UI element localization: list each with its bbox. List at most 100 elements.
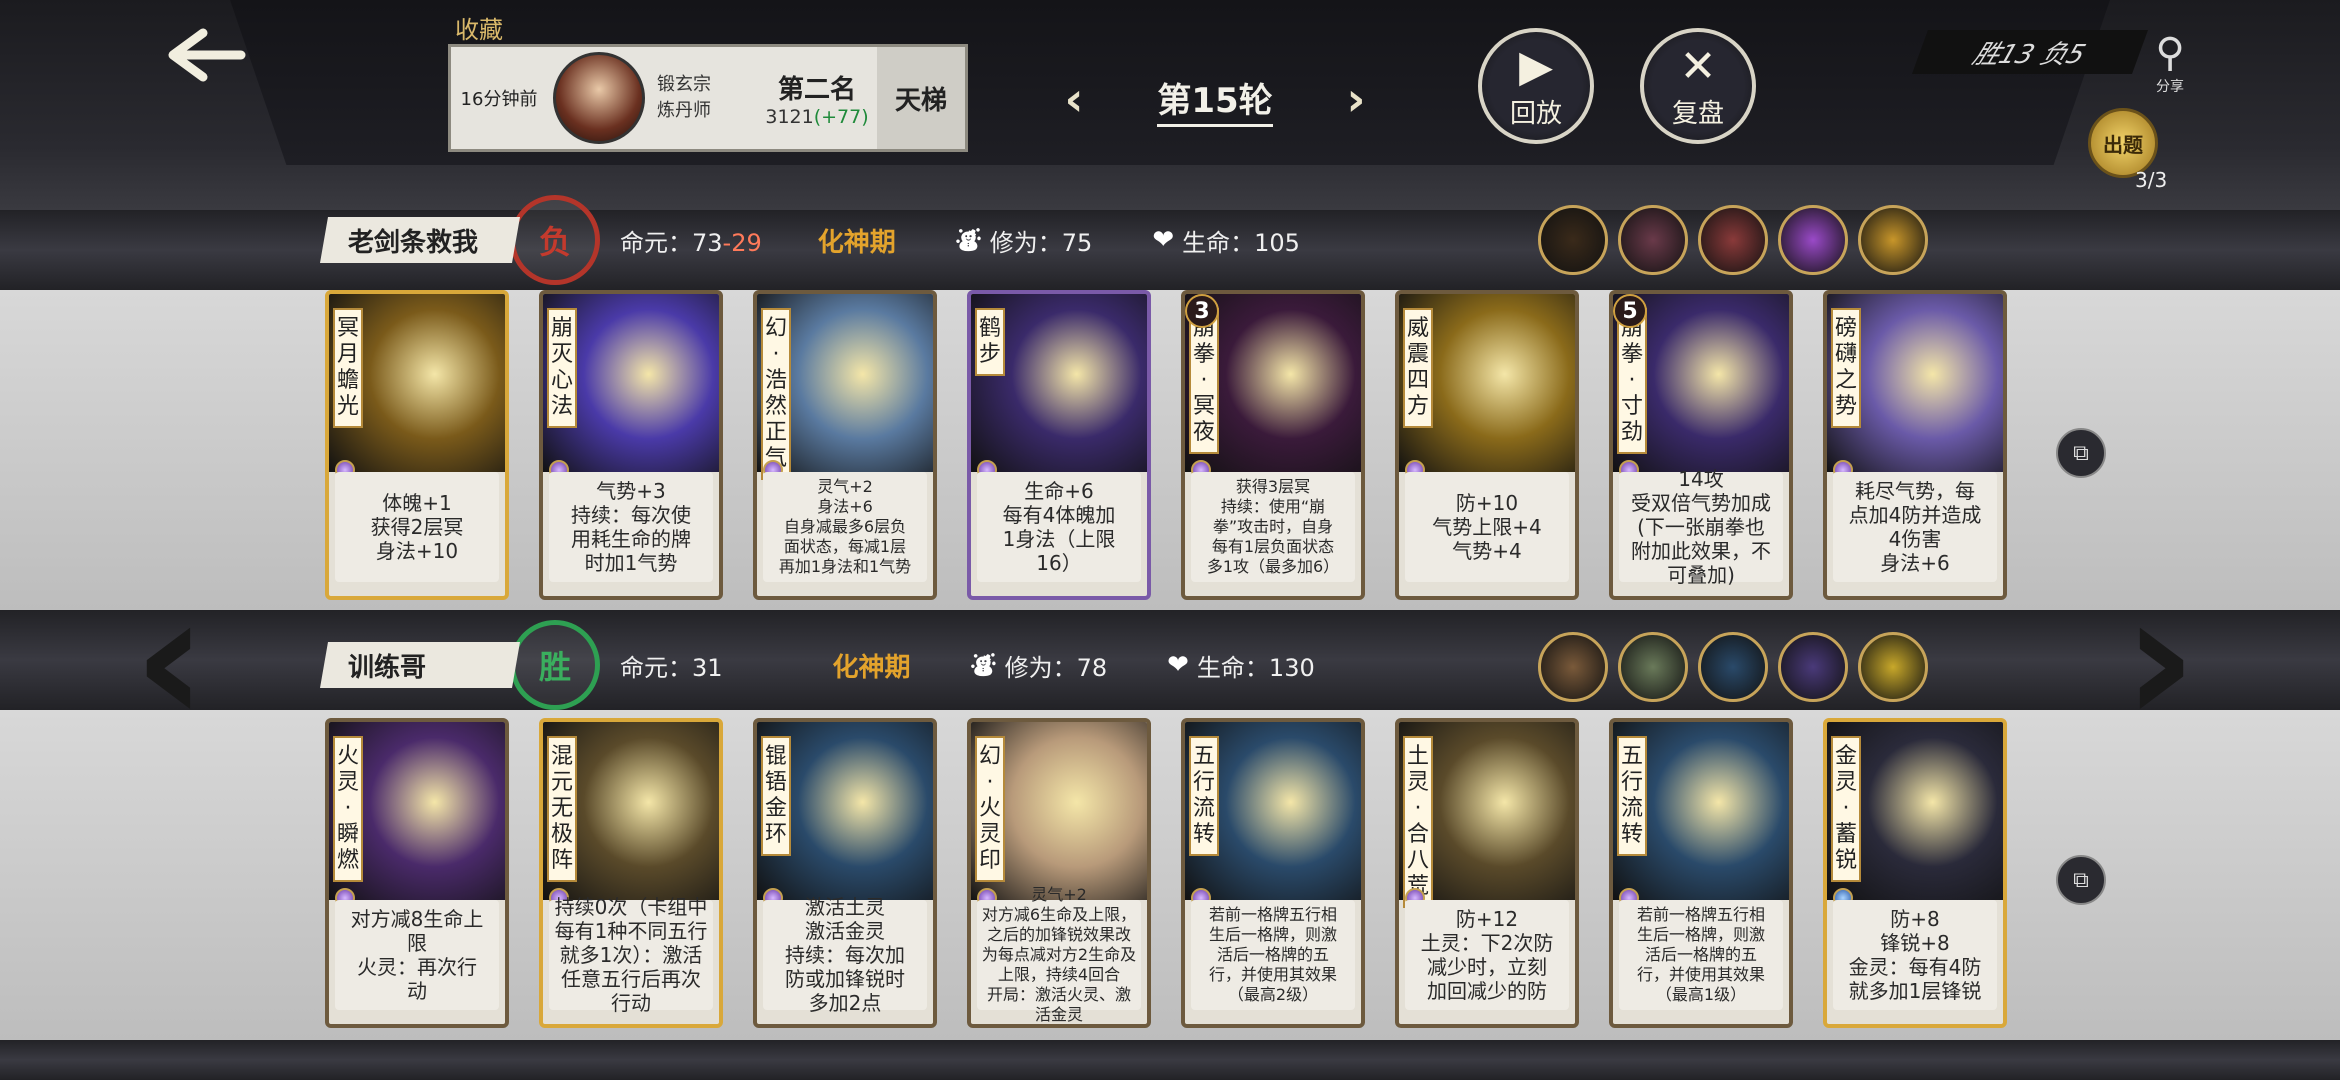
card-description: 灵气+2 对方减6生命及上限， 之后的加锋锐效果改 为每点减对方2生命及 上限，…: [977, 885, 1141, 1024]
card-name: 土灵·合八荒: [1403, 736, 1433, 908]
crossed-swords-icon: ✕: [1679, 40, 1717, 92]
skill-icon[interactable]: [1778, 205, 1848, 275]
player2-result-badge: 胜: [510, 620, 600, 710]
card-name: 金灵·蓄锐: [1831, 736, 1861, 882]
quest-count: 3/3: [2135, 168, 2168, 192]
skill-icon[interactable]: [1858, 205, 1928, 275]
replay-label: 回放: [1509, 98, 1562, 129]
player1-life: 命元：73-29: [620, 223, 762, 258]
opponent-info-panel[interactable]: 16分钟前 锻玄宗 炼丹师 第二名 3121(+77) 天梯: [448, 44, 968, 152]
player1-card-row: 冥月蟾光 体魄+1 获得2层冥 身法+10 崩灭心法 气势+3 持续：每次使 用耗生命…: [325, 290, 2007, 600]
win-loss-record: 胜13 负5: [1911, 30, 2149, 74]
card-name: 冥月蟾光: [333, 308, 363, 428]
card-name: 锟铻金环: [761, 736, 791, 856]
card-description: 生命+6 每有4体魄加 1身法（上限 16）: [977, 472, 1141, 582]
opponent-avatar[interactable]: [553, 52, 645, 144]
card-name: 幻·火灵印: [975, 736, 1005, 882]
rank-score: 3121(+77): [757, 106, 877, 128]
card-name: 威震四方: [1403, 308, 1433, 428]
skill-icon[interactable]: [1698, 205, 1768, 275]
card[interactable]: 混元无极阵持续0次（卡组中 每有1种不同五行 就多1次）：激活 任意五行后再次 …: [539, 718, 723, 1028]
score-value: 3121: [765, 105, 814, 128]
heart-icon: ❤: [1152, 225, 1175, 255]
opponent-rank: 第二名 3121(+77): [757, 69, 877, 128]
card[interactable]: 威震四方防+10 气势上限+4 气势+4: [1395, 290, 1579, 600]
card-description: 灵气+2 身法+6 自身减最多6层负 面状态，每减1层 再加1身法和1气势: [763, 472, 927, 582]
player1-hp: 生命：105: [1182, 223, 1300, 258]
player2-life: 命元：31: [620, 648, 723, 683]
card-description: 若前一格牌五行相 生后一格牌，则激 活后一格牌的五 行，并使用其效果 （最高1级…: [1619, 900, 1783, 1010]
card-name: 崩灭心法: [547, 308, 577, 428]
card[interactable]: 锟铻金环激活土灵 激活金灵 持续：每次加 防或加锋锐时 多加2点: [753, 718, 937, 1028]
player2-card-row: 火灵·瞬燃 对方减8生命上 限 火灵：再次行 动混元无极阵 持续0次（卡组中 每有1…: [325, 718, 2007, 1028]
bottom-band: [0, 1040, 2340, 1080]
skill-icon[interactable]: [1858, 632, 1928, 702]
replay-button[interactable]: ▶ 回放: [1478, 28, 1594, 144]
heart-icon: ❤: [1167, 650, 1189, 680]
player2-copy-deck-button[interactable]: ⧉: [2056, 855, 2106, 905]
skill-icon[interactable]: [1698, 632, 1768, 702]
card-description: 激活土灵 激活金灵 持续：每次加 防或加锋锐时 多加2点: [763, 895, 927, 1015]
match-time: 16分钟前: [460, 89, 538, 110]
skill-icon[interactable]: [1618, 632, 1688, 702]
player1-skill-icons: [1538, 205, 1928, 275]
round-title[interactable]: 第15轮: [1157, 73, 1273, 127]
card-description: 耗尽气势，每 点加4防并造成 4伤害 身法+6: [1833, 472, 1997, 582]
player1-copy-deck-button[interactable]: ⧉: [2056, 428, 2106, 478]
card-description: 对方减8生命上 限 火灵：再次行 动: [335, 900, 499, 1010]
card-name: 崩拳·冥夜: [1189, 308, 1219, 454]
favorites-label[interactable]: 收藏: [455, 10, 503, 45]
card-description: 获得3层冥 持续：使用“崩 拳”攻击时，自身 每有1层负面状态 多1攻（最多加6…: [1191, 472, 1355, 582]
review-button[interactable]: ✕ 复盘: [1640, 28, 1756, 144]
player1-realm: 化神期: [817, 227, 896, 258]
next-page-arrow[interactable]: ›: [2100, 560, 2220, 760]
back-button[interactable]: [160, 20, 250, 90]
skill-icon[interactable]: [1618, 205, 1688, 275]
card[interactable]: 金灵·蓄锐 防+8 锋锐+8 金灵：每有4防 就多加1层锋锐: [1823, 718, 2007, 1028]
card[interactable]: 土灵·合八荒 防+12 土灵：下2次防 减少时，立刻 加回减少的防: [1395, 718, 1579, 1028]
skill-icon[interactable]: [1538, 632, 1608, 702]
card-name: 五行流转: [1189, 736, 1219, 856]
cultivation-label: 修为：: [989, 228, 1062, 257]
card[interactable]: 磅礴之势耗尽气势，每 点加4防并造成 4伤害 身法+6: [1823, 290, 2007, 600]
card[interactable]: 崩灭心法气势+3 持续：每次使 用耗生命的牌 时加1气势: [539, 290, 723, 600]
card[interactable]: 崩拳·寸劲 5 14攻 受双倍气势加成 (下一张崩拳也 附加此效果，不 可叠加): [1609, 290, 1793, 600]
card[interactable]: 鹤步生命+6 每有4体魄加 1身法（上限 16）: [967, 290, 1151, 600]
skill-icon[interactable]: [1538, 205, 1608, 275]
card[interactable]: 冥月蟾光 体魄+1 获得2层冥 身法+10: [325, 290, 509, 600]
rank-placement: 第二名: [777, 74, 856, 105]
card-description: 持续0次（卡组中 每有1种不同五行 就多1次）：激活 任意五行后再次 行动: [549, 895, 713, 1015]
life-label: 命元：: [620, 228, 692, 257]
player1-name: 老剑条救我: [320, 217, 520, 263]
card-level-badge: 5: [1613, 294, 1647, 328]
skill-icon[interactable]: [1778, 632, 1848, 702]
next-round-button[interactable]: ›: [1332, 76, 1380, 124]
card[interactable]: 火灵·瞬燃 对方减8生命上 限 火灵：再次行 动: [325, 718, 509, 1028]
hp-label: 生命：: [1182, 228, 1255, 257]
player1-result-badge: 负: [510, 195, 600, 285]
card[interactable]: 幻·火灵印灵气+2 对方减6生命及上限， 之后的加锋锐效果改 为每点减对方2生命…: [967, 718, 1151, 1028]
card-name: 磅礴之势: [1831, 308, 1861, 428]
score-change: (+77): [813, 105, 869, 128]
card-level-badge: 3: [1185, 294, 1219, 328]
card-name: 鹤步: [975, 308, 1005, 376]
card-description: 防+10 气势上限+4 气势+4: [1405, 472, 1569, 582]
review-label: 复盘: [1671, 98, 1724, 129]
card[interactable]: 崩拳·冥夜 3 获得3层冥 持续：使用“崩 拳”攻击时，自身 每有1层负面状态 多1…: [1181, 290, 1365, 600]
card[interactable]: 五行流转若前一格牌五行相 生后一格牌，则激 活后一格牌的五 行，并使用其效果 （…: [1609, 718, 1793, 1028]
play-icon: ▶: [1519, 40, 1553, 92]
card-name: 混元无极阵: [547, 736, 577, 882]
cultivation-label: 修为：: [1004, 653, 1077, 682]
prev-page-arrow[interactable]: ‹: [110, 560, 230, 760]
card-description: 14攻 受双倍气势加成 (下一张崩拳也 附加此效果，不 可叠加): [1619, 467, 1783, 587]
card[interactable]: 幻·浩然正气 灵气+2 身法+6 自身减最多6层负 面状态，每减1层 再加1身法和…: [753, 290, 937, 600]
hp-label: 生命：: [1196, 653, 1269, 682]
prev-round-button[interactable]: ‹: [1050, 76, 1098, 124]
share-button[interactable]: ⚲ 分享: [2140, 30, 2200, 95]
life-label: 命元：: [620, 653, 692, 682]
meditation-icon: ⛇: [970, 652, 997, 682]
card[interactable]: 五行流转若前一格牌五行相 生后一格牌，则激 活后一格牌的五 行，并使用其效果 （…: [1181, 718, 1365, 1028]
card-description: 气势+3 持续：每次使 用耗生命的牌 时加1气势: [549, 472, 713, 582]
card-name: 五行流转: [1617, 736, 1647, 856]
card-description: 若前一格牌五行相 生后一格牌，则激 活后一格牌的五 行，并使用其效果 （最高2级…: [1191, 900, 1355, 1010]
